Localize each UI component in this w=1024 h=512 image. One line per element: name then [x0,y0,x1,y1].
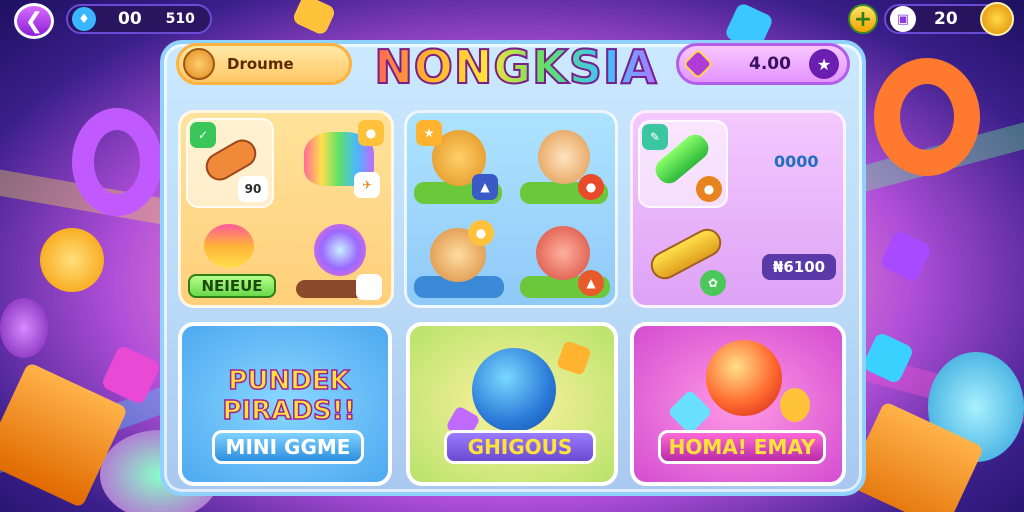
donut-decoration [874,58,980,176]
info-badge: ▲ [472,174,498,200]
mini-game-button[interactable]: HOMA! EMAY [658,430,826,464]
star-icon[interactable]: ★ [809,49,839,79]
leaf-badge: ✿ [700,270,726,296]
item-badge: ✎ [642,124,668,150]
ticket-value: 20 [934,9,958,29]
blob-monster-icon [314,224,366,276]
gem-value-a: 00 [118,9,142,29]
planet-ball-icon [472,348,556,432]
coin-icon [980,2,1014,36]
score-value: 4.00 [749,54,791,74]
score-counter: 4.00 ★ [676,43,850,85]
pony-icon [204,224,254,268]
game-title: NONGKSIA [366,39,666,95]
plane-badge: ✈ [354,172,380,198]
shop-item-rainbow-pony[interactable] [196,216,266,276]
shop-item-popsicle[interactable]: ✓ 90 [186,118,274,208]
play-badge: ▲ [578,270,604,296]
ticket-icon: ▣ [890,6,916,32]
item-badge: ✓ [190,122,216,148]
shop-item-pet-fox[interactable]: ● [520,118,608,206]
section-label[interactable]: NEIEUE [188,274,276,298]
crystal-icon [667,389,713,435]
avatar [183,48,215,80]
shop-item-rocket[interactable]: ✿ [642,223,732,298]
mini-game-card-3[interactable]: HOMA! EMAY [630,322,846,486]
donut-decoration [72,108,162,216]
mini-game-card-1[interactable]: PUNDEK PIRADS!! MINI GGME [178,322,392,486]
shop-item-pet-hamster[interactable]: ★ ▲ [414,118,502,206]
shop-item-pet-puppy[interactable]: ● [414,216,504,302]
candy-decoration [40,228,104,292]
shop-item-pet-owl[interactable]: ▲ [520,216,610,302]
mini-game-button[interactable]: GHIGOUS [444,430,596,464]
gem-value-b: 510 [165,11,195,27]
shop-item-rainbow-swirl[interactable]: ● ✈ [296,118,388,208]
price-badge: 90 [238,176,268,202]
candy-icon [780,388,810,422]
add-currency-button[interactable]: + [848,4,878,34]
candy-cube-icon [556,340,592,376]
coin-badge: ● [358,120,384,146]
back-arrow-icon: ❮ [24,8,44,34]
ticket-counter: ▣ 20 [884,2,1014,36]
item-price: 0000 [774,152,819,171]
star-badge: ★ [416,120,442,146]
coin-badge: ● [468,220,494,246]
price-badge [356,274,382,300]
mini-game-card-2[interactable]: GHIGOUS [406,322,618,486]
ball-icon [706,340,782,416]
shop-item-paint-tool[interactable]: ✎ ● [638,120,728,208]
player-name: Droume [227,55,294,73]
cube-decoration [291,0,337,37]
candy-decoration [0,298,48,358]
back-button[interactable]: ❮ [14,3,54,39]
shop-item-blob-monster[interactable] [296,218,388,302]
mini-game-button[interactable]: MINI GGME [212,430,364,464]
gem-counter: ♦ 00 510 [66,4,212,34]
price-badge: ● [696,176,722,202]
mini-game-title: PUNDEK PIRADS!! [222,365,356,427]
item-price-chip[interactable]: ₦6100 [762,254,836,280]
gem-icon: ♦ [72,7,96,31]
plus-icon: + [853,6,873,32]
fruit-badge: ● [578,174,604,200]
gem-icon [682,48,714,80]
cube-decoration [879,229,933,283]
player-profile[interactable]: Droume [176,43,352,85]
